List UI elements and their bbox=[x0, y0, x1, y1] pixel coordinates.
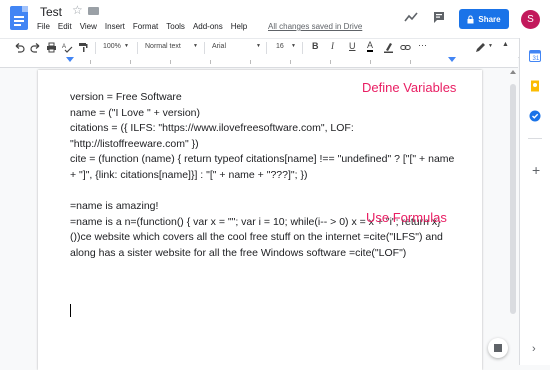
menu-help[interactable]: Help bbox=[231, 22, 247, 31]
scroll-thumb[interactable] bbox=[510, 84, 516, 314]
lock-icon bbox=[467, 15, 474, 23]
pencil-icon[interactable] bbox=[475, 42, 486, 53]
code-line: citations = ({ ILFS: "https://www.ilovef… bbox=[70, 122, 354, 150]
highlight-icon[interactable] bbox=[383, 42, 394, 53]
tasks-icon[interactable] bbox=[529, 110, 541, 122]
paragraph-style-select[interactable]: Normal text bbox=[145, 43, 181, 50]
calendar-icon[interactable]: 31 bbox=[529, 50, 541, 62]
explore-icon[interactable] bbox=[488, 338, 508, 358]
chevron-up-icon[interactable]: ▲ bbox=[502, 41, 509, 48]
code-line: name = ("I Love " + version) bbox=[70, 106, 201, 119]
menu-bar: File Edit View Insert Format Tools Add-o… bbox=[37, 22, 247, 31]
chevron-down-icon: ▼ bbox=[291, 43, 296, 49]
undo-icon[interactable] bbox=[14, 42, 25, 53]
menu-tools[interactable]: Tools bbox=[166, 22, 185, 31]
svg-text:A: A bbox=[62, 44, 66, 50]
svg-text:31: 31 bbox=[533, 56, 540, 62]
keep-icon[interactable] bbox=[529, 80, 541, 92]
document-body[interactable]: version = Free Software name = ("I Love … bbox=[70, 90, 460, 262]
document-title[interactable]: Test bbox=[40, 5, 62, 19]
comment-icon[interactable] bbox=[432, 10, 446, 24]
underline-button[interactable]: U bbox=[349, 41, 356, 51]
star-icon[interactable]: ☆ bbox=[72, 3, 83, 17]
plus-icon[interactable]: + bbox=[532, 162, 540, 178]
more-icon[interactable]: ⋯ bbox=[418, 40, 427, 51]
menu-file[interactable]: File bbox=[37, 22, 50, 31]
text-color-button[interactable]: A bbox=[367, 40, 374, 52]
print-icon[interactable] bbox=[46, 42, 57, 53]
top-bar: Test ☆ File Edit View Insert Format Tool… bbox=[0, 0, 550, 38]
chevron-down-icon: ▼ bbox=[488, 43, 493, 49]
docs-logo-icon[interactable] bbox=[10, 6, 28, 30]
chevron-down-icon: ▼ bbox=[256, 43, 261, 49]
menu-format[interactable]: Format bbox=[133, 22, 158, 31]
toolbar: A 100% ▼ Normal text ▼ Arial ▼ 16 ▼ B I … bbox=[0, 38, 550, 58]
chevron-down-icon: ▼ bbox=[124, 43, 129, 49]
spellcheck-icon[interactable]: A bbox=[62, 42, 73, 53]
code-line: version = Free Software bbox=[70, 91, 182, 103]
code-line: cite = (function (name) { return typeof … bbox=[70, 153, 455, 181]
right-indent-marker[interactable] bbox=[448, 57, 456, 62]
document-page[interactable]: Define Variables version = Free Software… bbox=[38, 70, 482, 370]
avatar[interactable]: S bbox=[521, 10, 540, 29]
redo-icon[interactable] bbox=[30, 42, 41, 53]
scroll-up-arrow[interactable] bbox=[510, 70, 516, 74]
ruler bbox=[0, 57, 518, 68]
italic-button[interactable]: I bbox=[331, 41, 334, 51]
chevron-down-icon: ▼ bbox=[193, 43, 198, 49]
menu-addons[interactable]: Add-ons bbox=[193, 22, 223, 31]
menu-insert[interactable]: Insert bbox=[105, 22, 125, 31]
zoom-select[interactable]: 100% bbox=[103, 43, 121, 50]
menu-edit[interactable]: Edit bbox=[58, 22, 72, 31]
link-icon[interactable] bbox=[400, 42, 411, 53]
side-panel: 31 + › bbox=[519, 38, 550, 365]
menu-view[interactable]: View bbox=[80, 22, 97, 31]
bold-button[interactable]: B bbox=[312, 41, 319, 51]
font-size-select[interactable]: 16 bbox=[276, 43, 284, 50]
share-label: Share bbox=[478, 14, 501, 24]
text-cursor bbox=[70, 304, 71, 317]
heading-use-formulas: Use Formulas bbox=[366, 210, 447, 225]
chevron-right-icon[interactable]: › bbox=[532, 343, 536, 355]
scrollbar[interactable] bbox=[508, 70, 518, 365]
left-indent-marker[interactable] bbox=[66, 57, 74, 62]
share-button[interactable]: Share bbox=[459, 9, 509, 29]
trending-icon[interactable] bbox=[404, 10, 418, 24]
folder-icon[interactable] bbox=[88, 7, 99, 15]
save-status[interactable]: All changes saved in Drive bbox=[268, 22, 362, 31]
font-select[interactable]: Arial bbox=[212, 43, 226, 50]
paint-format-icon[interactable] bbox=[78, 42, 89, 53]
